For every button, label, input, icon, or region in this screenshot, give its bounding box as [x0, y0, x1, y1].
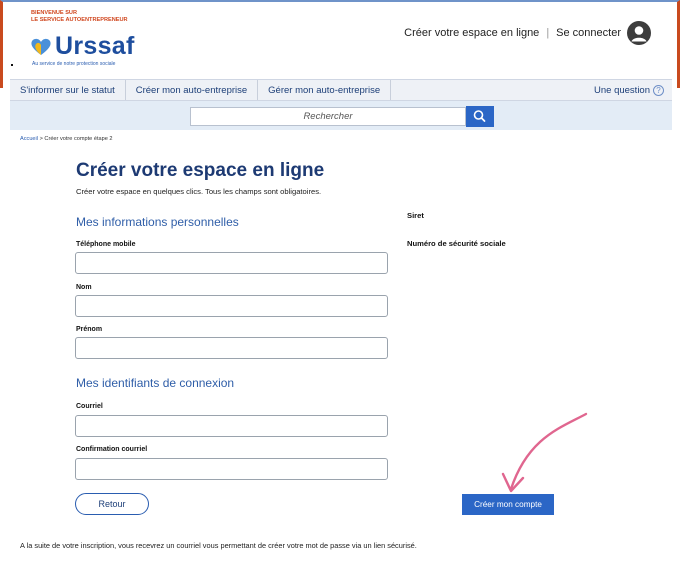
- main-nav: S'informer sur le statut Créer mon auto-…: [10, 79, 672, 101]
- nav-question-label: Une question: [594, 84, 650, 96]
- phone-label: Téléphone mobile: [76, 241, 136, 248]
- back-button[interactable]: Retour: [75, 493, 149, 515]
- lastname-label: Nom: [76, 284, 92, 291]
- login-link[interactable]: Se connecter: [556, 27, 621, 39]
- welcome-line-1: BIENVENUE SUR: [31, 10, 78, 16]
- section-personal-info: Mes informations personnelles: [76, 215, 239, 229]
- header-separator: |: [546, 27, 550, 39]
- email-confirm-input[interactable]: [75, 458, 388, 480]
- firstname-label: Prénom: [76, 326, 103, 333]
- search-button[interactable]: [466, 106, 494, 127]
- logo-tagline: Au service de notre protection sociale: [32, 61, 116, 67]
- breadcrumb: Accueil > Créer votre compte étape 2: [20, 136, 113, 142]
- email-confirm-label: Confirmation courriel: [76, 446, 148, 453]
- welcome-line-2: LE SERVICE AUTOENTREPRENEUR: [31, 17, 128, 23]
- page-title: Créer votre espace en ligne: [76, 160, 325, 181]
- site-header: BIENVENUE SUR LE SERVICE AUTOENTREPRENEU…: [0, 0, 680, 88]
- decorative-dot: [11, 64, 13, 66]
- lastname-input[interactable]: [75, 295, 388, 317]
- create-space-link[interactable]: Créer votre espace en ligne: [404, 27, 539, 39]
- email-input[interactable]: [75, 415, 388, 437]
- search-input[interactable]: [190, 107, 466, 126]
- ssn-label: Numéro de sécurité sociale: [407, 239, 506, 248]
- nav-item-informer[interactable]: S'informer sur le statut: [10, 80, 126, 100]
- search-icon: [473, 110, 486, 122]
- nav-item-creer[interactable]: Créer mon auto-entreprise: [126, 80, 259, 100]
- firstname-input[interactable]: [75, 337, 388, 359]
- header-actions: Créer votre espace en ligne | Se connect…: [404, 21, 651, 45]
- pink-arrow-icon: [501, 412, 588, 493]
- intro-text: Créer votre espace en quelques clics. To…: [76, 187, 322, 196]
- logo-heart-icon: [30, 38, 52, 56]
- siret-label: Siret: [407, 211, 424, 220]
- breadcrumb-current: Créer votre compte étape 2: [44, 136, 113, 142]
- phone-input[interactable]: [75, 252, 388, 274]
- user-account-icon[interactable]: [627, 21, 651, 45]
- search-bar: [10, 101, 672, 130]
- urssaf-logo[interactable]: Urssaf: [30, 32, 135, 61]
- help-icon: ?: [653, 84, 664, 96]
- breadcrumb-home[interactable]: Accueil: [20, 136, 38, 142]
- welcome-text: BIENVENUE SUR LE SERVICE AUTOENTREPRENEU…: [31, 10, 128, 24]
- email-label: Courriel: [76, 403, 103, 410]
- footer-note: A la suite de votre inscription, vous re…: [20, 541, 417, 550]
- section-login-credentials: Mes identifiants de connexion: [76, 376, 235, 390]
- nav-item-gerer[interactable]: Gérer mon auto-entreprise: [258, 80, 392, 100]
- logo-wordmark: Urssaf: [55, 32, 135, 60]
- nav-question-link[interactable]: Une question ?: [594, 80, 672, 100]
